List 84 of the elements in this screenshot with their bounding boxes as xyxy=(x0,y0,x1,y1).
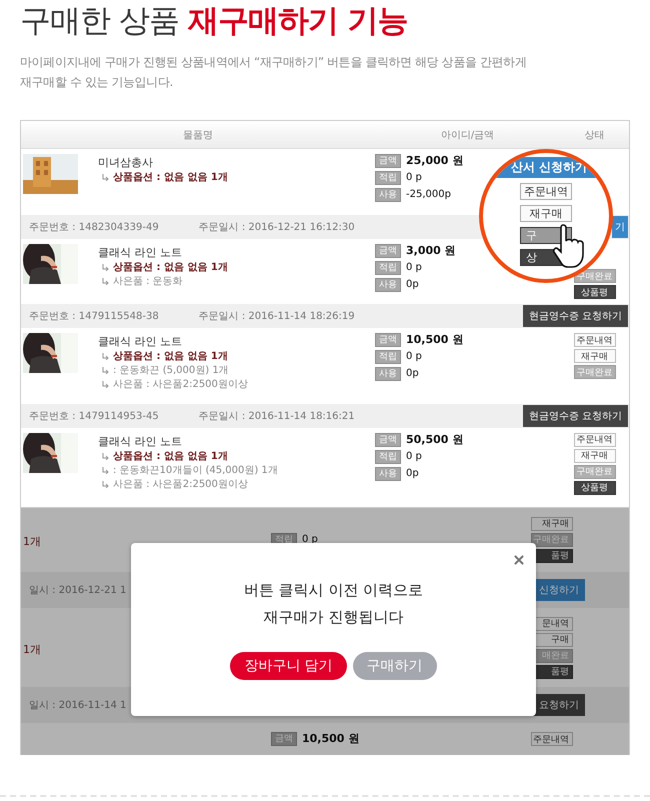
reply-arrow-icon xyxy=(102,466,109,474)
reply-arrow-icon xyxy=(102,381,109,388)
close-icon xyxy=(512,553,526,567)
amount-label: 금액 xyxy=(375,333,401,347)
reply-arrow-icon xyxy=(102,174,109,181)
status-button[interactable]: 재구매 xyxy=(574,448,616,462)
amount-value: -25,000p xyxy=(406,188,451,202)
amount-value: 50,500 원 xyxy=(406,432,464,446)
product-option: 상품옵션 : 없음 없음 1개 xyxy=(113,350,228,363)
amount-label: 적립 xyxy=(375,450,401,464)
amount-value: 0p xyxy=(406,466,419,480)
amount-label: 사용 xyxy=(375,367,401,381)
status-button[interactable]: 상품평 xyxy=(574,285,616,299)
status-button[interactable]: 재구매 xyxy=(520,205,572,222)
amount-label: 적립 xyxy=(375,350,401,364)
product-option: 상품옵션 : 없음 없음 1개 xyxy=(113,450,228,462)
amount-value: 0 p xyxy=(406,350,422,364)
dialog-message: 재구매가 진행됩니다 xyxy=(264,607,404,628)
amount-label: 적립 xyxy=(375,171,401,185)
description-line: 재구매할 수 있는 기능입니다. xyxy=(20,74,174,91)
product-option: 1개 xyxy=(23,643,41,656)
amount-label: 적립 xyxy=(375,260,401,274)
status-button[interactable]: 재구매 xyxy=(531,516,573,531)
request-button[interactable]: 요청하기 xyxy=(533,694,585,716)
reply-arrow-icon xyxy=(102,367,109,374)
order-number: 주문번호 : 1479114953-45 xyxy=(29,410,159,422)
product-option: 사은품 : 사은품2:2500원이상 xyxy=(113,478,248,490)
order-number: 주문번호 : 1482304339-49 xyxy=(29,220,159,234)
request-button[interactable]: 기 xyxy=(612,216,628,238)
product-option: 상품옵션 : 없음 없음 1개 xyxy=(113,260,228,274)
description-line: 마이페이지내에 구매가 진행된 상품내역에서 “재구매하기” 버튼을 클릭하면 해당 상품을 간편하게 xyxy=(20,54,528,71)
order-date: 일시 : 2016-12-21 1 xyxy=(29,584,126,597)
amount-value: 0 p xyxy=(406,260,422,274)
amount-value: 25,000 원 xyxy=(406,154,464,168)
dialog-button[interactable]: 장바구니 담기 xyxy=(230,652,347,680)
reply-arrow-icon xyxy=(102,452,109,460)
amount-value: 0 p xyxy=(406,171,422,185)
close-button[interactable] xyxy=(512,553,526,567)
status-button[interactable]: 주문내역 xyxy=(531,732,573,746)
product-name: 클래식 라인 노트 xyxy=(98,244,183,260)
amount-value: 0p xyxy=(406,367,419,381)
amount-value: 10,500 원 xyxy=(406,333,464,347)
amount-value: 3,000 원 xyxy=(406,244,456,258)
amount-label: 사용 xyxy=(375,188,401,202)
column-header: 아이디/금액 xyxy=(440,128,496,142)
order-number: 주문번호 : 1479115548-38 xyxy=(29,310,159,323)
column-header: 물품명 xyxy=(182,128,214,142)
page-title-highlight: 재구매하기 기능 xyxy=(188,2,408,41)
amount-value: 0p xyxy=(406,278,419,292)
status-button[interactable]: 주문내역 xyxy=(520,183,572,200)
status-button[interactable]: 상품평 xyxy=(574,480,616,494)
status-button[interactable]: 주문내역 xyxy=(574,432,616,446)
page-title: 구매한 상품 xyxy=(20,2,179,41)
product-name: 클래식 라인 노트 xyxy=(98,334,183,349)
amount-value: 0 p xyxy=(406,450,422,464)
amount-label: 사용 xyxy=(375,278,401,292)
reply-arrow-icon xyxy=(102,278,109,284)
order-date: 주문일시 : 2016-11-14 18:26:19 xyxy=(198,310,355,323)
amount-label: 금액 xyxy=(375,432,401,446)
dialog-message: 버튼 클릭시 이전 이력으로 xyxy=(244,580,424,601)
order-date: 주문일시 : 2016-12-21 16:12:30 xyxy=(198,220,355,234)
column-header: 상태 xyxy=(584,128,606,142)
product-option: 사은품 : 운동화 xyxy=(113,274,183,288)
amount-label: 금액 xyxy=(271,732,297,746)
amount-value: 10,500 원 xyxy=(302,732,360,746)
product-option: 1개 xyxy=(23,535,41,548)
product-name: 미녀삼총사 xyxy=(98,155,154,170)
request-button[interactable]: 현금영수증 요청하기 xyxy=(522,404,628,426)
status-button[interactable]: 재구매 xyxy=(574,349,616,363)
order-date: 일시 : 2016-11-14 1 xyxy=(29,699,126,712)
request-button[interactable]: 현금영수증 요청하기 xyxy=(522,305,628,327)
reply-arrow-icon xyxy=(102,480,109,488)
amount-label: 금액 xyxy=(375,154,401,168)
product-option: 사은품 : 사은품2:2500원이상 xyxy=(113,378,248,391)
product-name: 클래식 라인 노트 xyxy=(98,434,183,448)
amount-label: 사용 xyxy=(375,466,401,480)
order-date: 주문일시 : 2016-11-14 18:16:21 xyxy=(198,410,355,422)
product-option: 상품옵션 : 없음 없음 1개 xyxy=(113,171,228,184)
product-option: : 운동화끈10개들이 (45,000원) 1개 xyxy=(113,464,278,476)
reply-arrow-icon xyxy=(102,264,109,270)
reply-arrow-icon xyxy=(102,353,109,360)
product-option: : 운동화끈 (5,000원) 1개 xyxy=(113,364,229,377)
status-button[interactable]: 주문내역 xyxy=(574,333,616,347)
amount-label: 금액 xyxy=(375,244,401,258)
